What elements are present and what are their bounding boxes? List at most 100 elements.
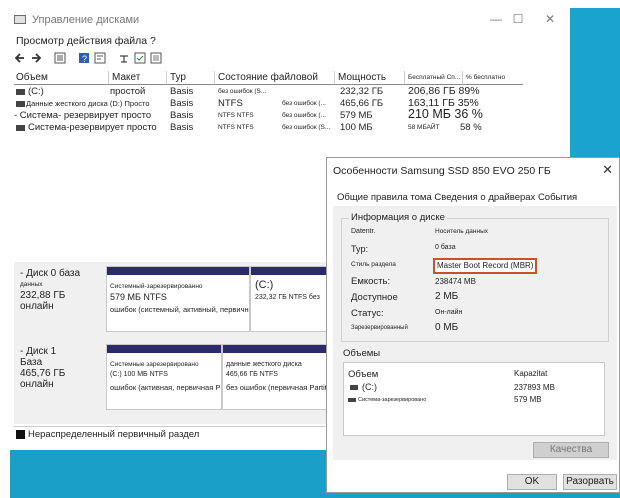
title-bar: Управление дисками — ☐ ✕ xyxy=(10,8,570,32)
check-document-icon[interactable] xyxy=(134,52,146,64)
minimize-button[interactable]: — xyxy=(486,12,506,26)
column-header-layout-label: Макет xyxy=(112,72,141,83)
partition-bar xyxy=(107,345,221,353)
column-header-free-space[interactable]: Бесплатный Сп... xyxy=(404,71,463,85)
ok-button[interactable]: OK xyxy=(507,474,557,490)
window-title: Управление дисками xyxy=(32,14,140,26)
partition-title: Системные зарезервировано xyxy=(110,361,199,368)
properties-button[interactable]: Качества xyxy=(533,442,609,458)
unallocated-swatch-icon xyxy=(16,430,25,439)
disk-sublabel: данных xyxy=(20,281,43,288)
column-header-volume[interactable]: Объем xyxy=(14,71,108,85)
column-header-percent-free-label: % бесплатно xyxy=(466,74,506,81)
column-header-filesystem[interactable]: Состояние файловой xyxy=(214,71,335,85)
info-key: Datentr. xyxy=(351,228,376,235)
help-icon[interactable]: ? xyxy=(78,52,90,64)
partition-size: (С:) 100 МБ NTFS xyxy=(110,371,168,378)
partition-c[interactable]: (C:) 232,32 ГБ NTFS без xyxy=(250,266,334,332)
forward-arrow-icon[interactable] xyxy=(30,52,42,64)
volume-filesystem: NTFS xyxy=(218,98,243,109)
info-key: Зарезервированный xyxy=(351,325,408,331)
volume-capacity: 100 МБ xyxy=(340,122,373,133)
disk-management-app-icon xyxy=(14,15,26,24)
volume-icon xyxy=(16,125,25,131)
info-key: Емкость: xyxy=(351,276,391,287)
partition-bar xyxy=(107,267,249,275)
info-value: Он-лайн xyxy=(435,309,463,316)
disk-properties-dialog: Особенности Samsung SSD 850 EVO 250 ГБ ✕… xyxy=(326,157,620,493)
info-key: Typ: xyxy=(351,244,369,254)
column-header-capacity-label: Мощность xyxy=(338,72,387,83)
info-value: 238474 МВ xyxy=(435,277,476,286)
volume-status: без ошибок (S... xyxy=(282,124,331,131)
volume-name: - Система- резервирует просто xyxy=(14,110,152,121)
settings-list-icon[interactable] xyxy=(150,52,162,64)
volume-type: Basis xyxy=(170,110,194,121)
volume-list-name[interactable]: Система-зарезервировано xyxy=(358,397,426,403)
disk-size: 232,88 ГБ xyxy=(20,290,66,301)
partition-size: 465,66 ГБ NTFS xyxy=(226,371,278,378)
volume-free: 210 МБ 36 % xyxy=(408,107,483,121)
info-key: Доступное xyxy=(351,292,398,303)
partition-size: 579 МБ NTFS xyxy=(110,292,167,302)
volume-list-header-name: Объем xyxy=(348,369,379,380)
volume-list-size: 579 МВ xyxy=(514,395,542,404)
info-value: 2 МБ xyxy=(435,291,459,302)
volume-list-size: 237893 МВ xyxy=(514,383,555,392)
back-arrow-icon[interactable] xyxy=(14,52,26,64)
volume-type: Basis xyxy=(170,122,194,133)
legend-label: Нераспределенный первичный раздел xyxy=(28,429,200,440)
partition-status: ошибок (системный, активный, первичный б… xyxy=(110,305,249,314)
disk-0-info[interactable]: - Диск 0 база данных 232,88 ГБ онлайн xyxy=(20,268,80,312)
volume-name: Данные жесткого диска (D:) Просто xyxy=(26,99,150,108)
partition-system-reserved-disk1[interactable]: Системные зарезервировано (С:) 100 МБ NT… xyxy=(106,344,222,410)
column-header-filesystem-label: Состояние файловой xyxy=(218,72,318,83)
volume-filesystem: NTFS NTFS xyxy=(218,124,254,131)
cancel-button[interactable]: Разорвать xyxy=(563,474,617,490)
volume-name: Система-резервирует просто xyxy=(28,122,157,133)
volume-icon xyxy=(16,101,25,107)
info-value: 0 база xyxy=(435,244,456,251)
volume-free: 206,86 ГБ 89% xyxy=(408,85,480,97)
volumes-section-title: Объемы xyxy=(343,348,381,359)
volume-capacity: 232,32 ГБ xyxy=(340,86,384,97)
volumes-list: Объем Kapazitat (C:) 237893 МВ Система-з… xyxy=(343,362,605,436)
column-header-layout[interactable]: Макет xyxy=(108,71,167,85)
column-header-type[interactable]: Тур xyxy=(166,71,215,85)
volume-name: (C:) xyxy=(28,86,44,97)
partition-bar xyxy=(251,267,333,275)
column-header-percent-free[interactable]: % бесплатно xyxy=(462,71,523,85)
disk-size: 465,76 ГБ xyxy=(20,368,66,379)
partition-data-d[interactable]: данные жесткого диска 465,66 ГБ NTFS без… xyxy=(222,344,334,410)
disk-label: - Диск 1 xyxy=(20,346,57,357)
partition-status: без ошибок (первичная Partitic xyxy=(226,383,333,392)
partition-title: Системный-зарезервированно xyxy=(110,283,203,290)
volume-status: без ошибок (... xyxy=(282,112,326,119)
partition-style-value: Master Boot Record (MBR) xyxy=(433,258,538,274)
volume-layout: простой xyxy=(110,86,146,97)
menu-bar[interactable]: Просмотр действия файла ? xyxy=(16,35,156,47)
volume-type: Basis xyxy=(170,86,194,97)
partition-system-reserved[interactable]: Системный-зарезервированно 579 МБ NTFS о… xyxy=(106,266,250,332)
dialog-tabs[interactable]: Общие правила тома Сведения о драйверах … xyxy=(337,192,577,203)
volume-list-name[interactable]: (C:) xyxy=(362,382,377,392)
properties-icon[interactable] xyxy=(94,52,106,64)
dialog-close-button[interactable]: ✕ xyxy=(602,162,613,178)
partition-status: ошибок (активная, первичная Р xyxy=(110,383,221,392)
maximize-button[interactable]: ☐ xyxy=(508,12,528,26)
svg-text:?: ? xyxy=(82,54,87,64)
info-key: Статус: xyxy=(351,308,384,319)
disk-state: онлайн xyxy=(20,379,54,390)
volume-icon xyxy=(348,398,356,402)
volume-status: без ошибок (... xyxy=(282,100,326,107)
partition-bar xyxy=(223,345,333,353)
toolbar: ? xyxy=(10,50,570,68)
volume-free: 58 МБАЙТ xyxy=(408,124,440,131)
disk-1-info[interactable]: - Диск 1 База 465,76 ГБ онлайн xyxy=(20,346,65,390)
column-header-capacity[interactable]: Мощность xyxy=(334,71,405,85)
close-button[interactable]: ✕ xyxy=(540,12,560,26)
column-header-type-label: Тур xyxy=(170,72,186,83)
connect-icon[interactable] xyxy=(118,52,130,64)
list-view-icon[interactable] xyxy=(54,52,66,64)
disk-sublabel: База xyxy=(20,357,43,368)
